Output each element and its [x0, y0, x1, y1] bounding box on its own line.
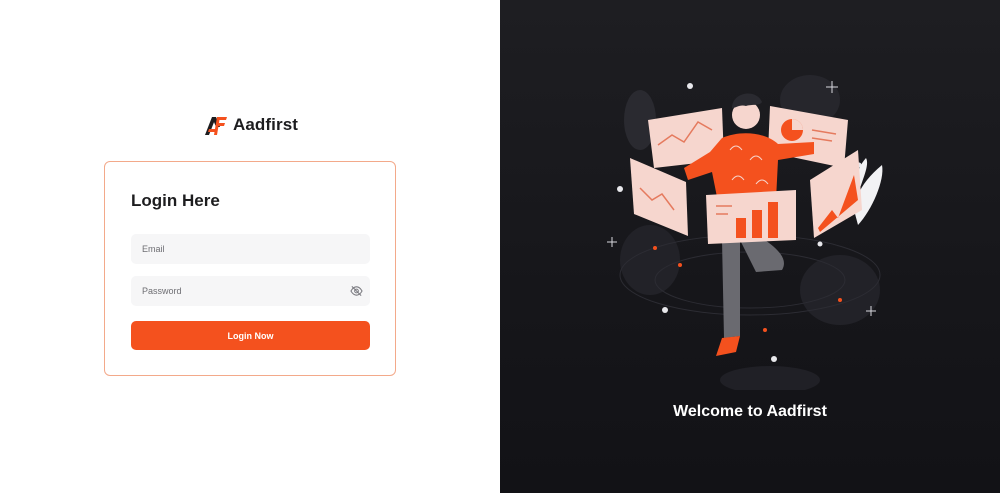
brand-name: Aadfirst — [233, 115, 299, 134]
welcome-heading: Welcome to Aadfirst — [673, 403, 827, 420]
login-pane: Aadfirst Login Here Login Now — [0, 0, 500, 493]
brand: Aadfirst — [205, 114, 298, 136]
login-card: Login Here Login Now — [104, 161, 396, 376]
login-title: Login Here — [131, 191, 220, 210]
aadfirst-logo-icon — [205, 117, 227, 135]
password-field[interactable] — [131, 276, 370, 306]
email-field[interactable] — [131, 234, 370, 264]
hero-illustration — [607, 75, 883, 390]
password-field-wrapper — [131, 276, 370, 306]
eye-off-icon[interactable] — [350, 285, 363, 297]
login-button[interactable]: Login Now — [131, 321, 370, 350]
welcome-pane: Welcome to Aadfirst — [500, 0, 1000, 493]
